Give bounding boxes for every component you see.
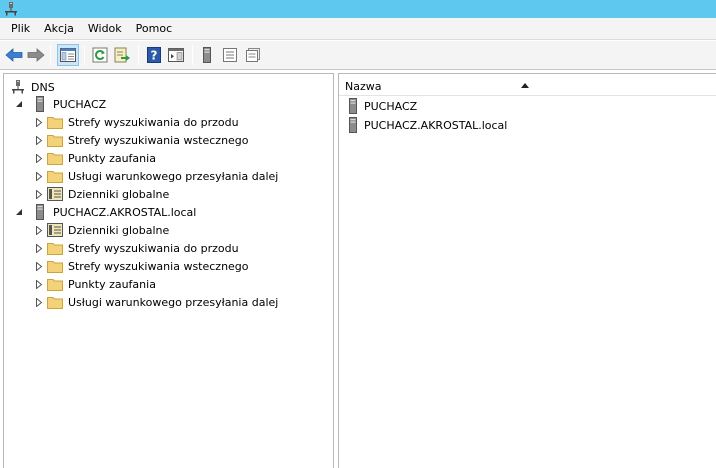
folder-icon [47,276,63,292]
tree-item-global-logs[interactable]: Dzienniki globalne [34,185,170,203]
toolbar: ? [0,41,716,70]
toolbar-separator [192,45,193,65]
tree-item-label: PUCHACZ.AKROSTAL.local [53,205,197,219]
list-view-button[interactable] [219,44,241,66]
log-icon [47,186,63,202]
tree-item-label: Strefy wyszukiwania do przodu [68,115,239,129]
tree-item-label: Dzienniki globalne [68,187,170,201]
expand-arrow-icon[interactable] [34,153,44,163]
column-header-label: Nazwa [345,80,382,93]
folder-icon [47,294,63,310]
menu-widok[interactable]: Widok [81,20,129,38]
tree-item-reverse-lookup-zones[interactable]: Strefy wyszukiwania wstecznego [34,131,250,149]
tree-item-server[interactable]: PUCHACZ [14,95,107,113]
collapse-arrow-icon[interactable] [14,99,24,109]
collapse-arrow-icon[interactable] [14,207,24,217]
refresh-icon [92,47,108,63]
expand-arrow-icon[interactable] [34,117,44,127]
menu-bar: Plik Akcja Widok Pomoc [0,18,716,40]
tree-item-trust-points[interactable]: Punkty zaufania [34,275,157,293]
tree-item-label: Strefy wyszukiwania do przodu [68,241,239,255]
expand-arrow-icon[interactable] [34,243,44,253]
export-list-button[interactable] [111,44,133,66]
tree-item-global-logs[interactable]: Dzienniki globalne [34,221,170,239]
show-hide-tree-button[interactable] [57,44,79,66]
list-item-label: PUCHACZ.AKROSTAL.local [364,118,508,132]
expand-arrow-icon[interactable] [34,279,44,289]
help-icon: ? [147,47,161,63]
tree-item-conditional-forwarders[interactable]: Usługi warunkowego przesyłania dalej [34,293,279,311]
menu-plik[interactable]: Plik [4,20,37,38]
expand-arrow-icon[interactable] [34,261,44,271]
title-bar [0,0,716,18]
log-icon [47,222,63,238]
toolbar-separator [84,45,85,65]
back-icon [5,48,23,62]
details-view-button[interactable] [242,44,264,66]
menu-akcja[interactable]: Akcja [37,20,81,38]
dns-app-icon[interactable] [5,2,17,16]
tree-item-server[interactable]: PUCHACZ.AKROSTAL.local [14,203,197,221]
help-button[interactable]: ? [143,44,165,66]
tree-item-label: PUCHACZ [53,97,107,111]
tree-item-label: Punkty zaufania [68,277,156,291]
server-icon [345,98,361,114]
server-icon [345,117,361,133]
back-button[interactable] [3,44,25,66]
list-item-label: PUCHACZ [364,99,418,113]
forward-button[interactable] [25,44,47,66]
action-pane-button[interactable] [165,44,187,66]
expand-arrow-icon[interactable] [34,135,44,145]
menu-pomoc[interactable]: Pomoc [129,20,179,38]
tree-item-reverse-lookup-zones[interactable]: Strefy wyszukiwania wstecznego [34,257,250,275]
list-pane[interactable]: Nazwa PUCHACZ PUCHACZ.AKROSTAL.local [338,73,716,468]
tree-item-trust-points[interactable]: Punkty zaufania [34,149,157,167]
folder-icon [47,258,63,274]
list-icon [223,48,237,62]
toolbar-separator [138,45,139,65]
server-icon [32,96,48,112]
server-button[interactable] [196,44,218,66]
tree-item-label: Strefy wyszukiwania wstecznego [68,259,249,273]
expand-arrow-icon[interactable] [34,297,44,307]
expand-arrow-icon[interactable] [34,189,44,199]
tree-item-label: Usługi warunkowego przesyłania dalej [68,169,279,183]
list-item[interactable]: PUCHACZ [345,97,417,115]
column-header-name[interactable]: Nazwa [339,74,716,96]
show-hide-tree-icon [60,48,76,62]
sort-ascending-icon [521,78,529,91]
export-list-icon [114,47,130,63]
server-icon [32,204,48,220]
folder-icon [47,132,63,148]
tree-item-conditional-forwarders[interactable]: Usługi warunkowego przesyłania dalej [34,167,279,185]
toolbar-separator [50,45,51,65]
folder-icon [47,168,63,184]
tree-item-label: Punkty zaufania [68,151,156,165]
forward-icon [27,48,45,62]
svg-text:?: ? [151,49,158,63]
folder-icon [47,150,63,166]
details-icon [246,48,260,62]
expand-arrow-icon[interactable] [34,225,44,235]
expand-arrow-icon[interactable] [34,171,44,181]
dns-icon [10,79,26,95]
refresh-button[interactable] [89,44,111,66]
tree-item-forward-lookup-zones[interactable]: Strefy wyszukiwania do przodu [34,239,240,257]
list-item[interactable]: PUCHACZ.AKROSTAL.local [345,116,507,134]
tree-item-label: Usługi warunkowego przesyłania dalej [68,295,279,309]
folder-icon [47,114,63,130]
tree-item-dns[interactable]: DNS [10,78,56,96]
tree-pane[interactable]: DNS PUCHACZ Strefy wyszukiwania do przod… [3,73,334,468]
server-icon [203,47,211,63]
tree-item-label: Strefy wyszukiwania wstecznego [68,133,249,147]
action-pane-icon [168,48,184,62]
tree-item-label: DNS [31,80,55,94]
tree-item-label: Dzienniki globalne [68,223,170,237]
folder-icon [47,240,63,256]
tree-item-forward-lookup-zones[interactable]: Strefy wyszukiwania do przodu [34,113,240,131]
